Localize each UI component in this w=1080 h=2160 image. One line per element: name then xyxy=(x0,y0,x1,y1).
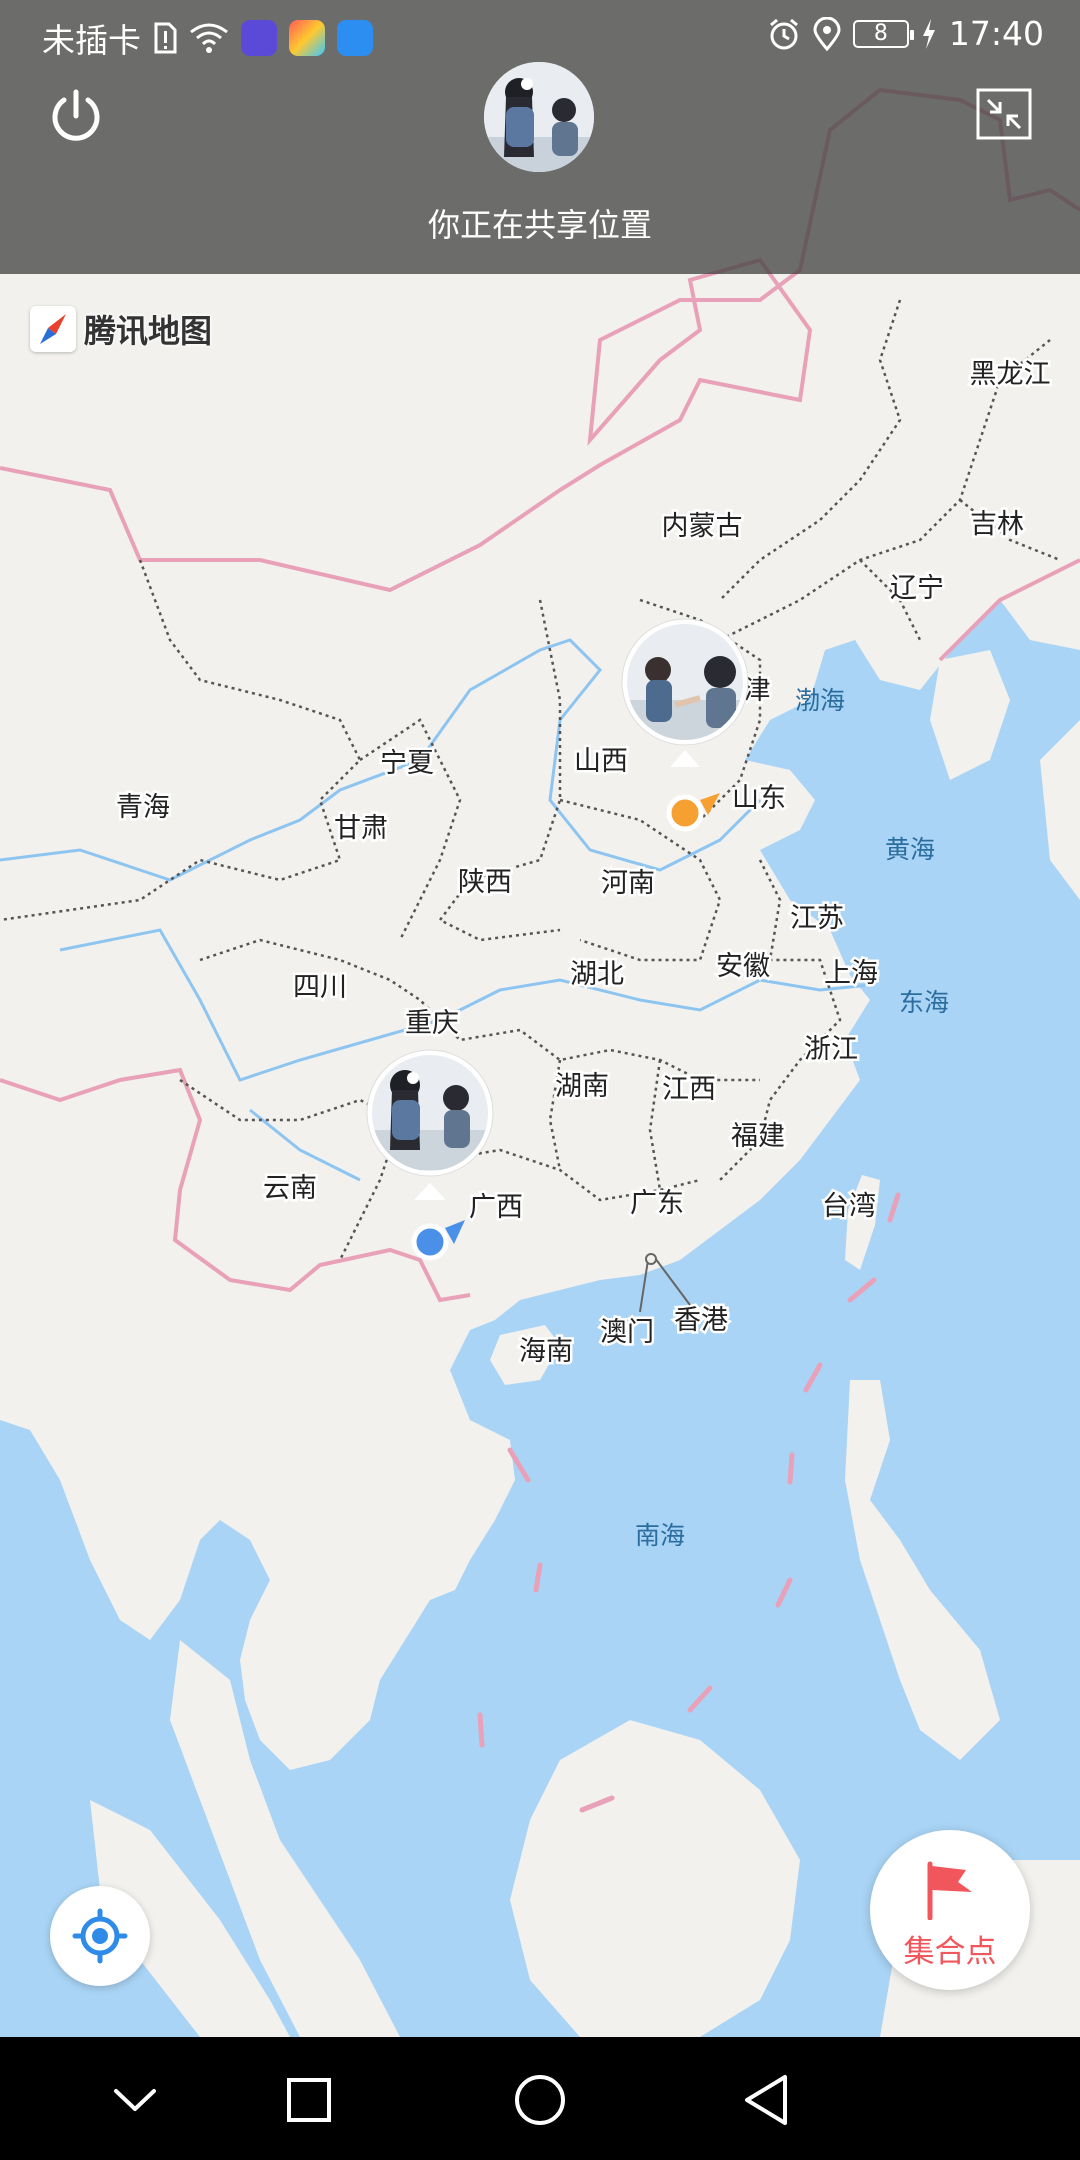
province-label: 山西 xyxy=(574,746,628,777)
province-label: 湖南 xyxy=(555,1071,609,1102)
alarm-icon xyxy=(769,18,798,49)
province-label: 青海 xyxy=(116,792,170,823)
province-label: 陕西 xyxy=(458,867,512,898)
province-label: 香港 xyxy=(674,1305,728,1336)
province-label: 四川 xyxy=(293,972,347,1003)
province-label: 台湾 xyxy=(822,1191,876,1222)
province-label: 吉林 xyxy=(970,509,1024,540)
province-label: 内蒙古 xyxy=(662,511,743,542)
province-label: 宁夏 xyxy=(380,748,434,779)
province-label: 海南 xyxy=(519,1336,573,1367)
province-label: 云南 xyxy=(263,1173,317,1204)
avatar-photo xyxy=(627,624,743,740)
province-label: 广西 xyxy=(469,1192,523,1223)
province-label: 辽宁 xyxy=(890,573,944,604)
wifi-icon xyxy=(190,23,228,53)
province-label: 重庆 xyxy=(405,1008,459,1039)
map-provider-name: 腾讯地图 xyxy=(84,312,213,350)
home-icon[interactable] xyxy=(505,2065,575,2135)
province-label: 浙江 xyxy=(804,1034,858,1065)
province-label: 河南 xyxy=(601,868,655,899)
down-icon[interactable] xyxy=(100,2065,170,2135)
clock-time: 17:40 xyxy=(948,14,1044,53)
sea-label: 渤海 xyxy=(795,686,845,715)
carrier-text: 未插卡 xyxy=(42,21,141,60)
tencent-map-icon xyxy=(30,306,76,352)
avatar-photo xyxy=(372,1055,488,1171)
province-label: 广东 xyxy=(630,1188,684,1219)
system-nav-bar xyxy=(0,2037,1080,2160)
battery-icon: 8 xyxy=(852,19,914,48)
back-icon[interactable] xyxy=(733,2065,803,2135)
province-label: 山东 xyxy=(732,783,786,814)
province-label: 澳门 xyxy=(600,1317,654,1348)
music-app-icon xyxy=(241,20,277,56)
recents-icon[interactable] xyxy=(274,2065,344,2135)
rally-point-label: 集合点 xyxy=(903,1934,997,1970)
sea-label: 南海 xyxy=(635,1521,685,1550)
location-icon xyxy=(813,16,841,51)
province-label: 上海 xyxy=(824,958,878,989)
province-label: 江西 xyxy=(662,1074,716,1105)
theme-app-icon xyxy=(289,20,325,56)
sharing-status-text: 你正在共享位置 xyxy=(427,206,652,244)
province-label: 江苏 xyxy=(790,903,844,934)
province-label: 黑龙江 xyxy=(970,359,1051,390)
province-label: 甘肃 xyxy=(334,813,388,844)
browser-app-icon xyxy=(337,20,373,56)
sea-label: 东海 xyxy=(899,988,949,1017)
sea-label: 黄海 xyxy=(885,835,935,864)
collapse-icon[interactable] xyxy=(976,88,1032,140)
my-avatar xyxy=(484,62,594,172)
flag-icon xyxy=(927,1861,972,1920)
locate-me-button[interactable] xyxy=(50,1886,150,1986)
province-label: 湖北 xyxy=(570,959,624,990)
map-provider-logo: 腾讯地图 xyxy=(30,306,212,352)
power-icon[interactable] xyxy=(46,86,106,146)
rally-point-button[interactable]: 集合点 xyxy=(870,1830,1030,1990)
locate-icon xyxy=(72,1908,128,1964)
province-label: 安徽 xyxy=(716,951,770,982)
location-sharing-banner: 未插卡 8 17:40 你正在共享位置 xyxy=(0,0,1080,274)
sim-alert-icon xyxy=(154,22,177,54)
province-label: 福建 xyxy=(731,1121,785,1152)
charging-icon xyxy=(922,18,935,49)
